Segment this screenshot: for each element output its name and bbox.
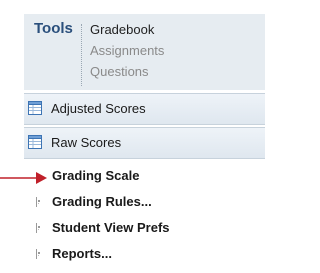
tools-title: Tools: [34, 20, 73, 37]
questions-link[interactable]: Questions: [90, 64, 149, 79]
grading-rules-item[interactable]: Grading Rules...: [27, 192, 257, 214]
table-icon: [28, 101, 42, 115]
grading-rules-label: Grading Rules...: [52, 194, 152, 209]
student-view-prefs-label: Student View Prefs: [52, 220, 170, 235]
table-icon: [28, 135, 42, 149]
pointer-arrow-icon: [0, 172, 47, 184]
assignments-link[interactable]: Assignments: [90, 43, 164, 58]
dotted-handle-icon: [36, 223, 40, 233]
grading-scale-label: Grading Scale: [52, 168, 140, 183]
tools-panel: Tools Gradebook Assignments Questions Ad…: [0, 0, 265, 273]
grading-scale-item[interactable]: Grading Scale: [27, 166, 257, 188]
gradebook-link[interactable]: Gradebook: [90, 22, 154, 37]
reports-item[interactable]: Reports...: [27, 244, 257, 266]
adjusted-scores-item[interactable]: Adjusted Scores: [24, 93, 265, 125]
reports-label: Reports...: [52, 246, 112, 261]
raw-scores-item[interactable]: Raw Scores: [24, 127, 265, 159]
dotted-handle-icon: [36, 249, 40, 259]
tools-divider: [81, 24, 82, 86]
student-view-prefs-item[interactable]: Student View Prefs: [27, 218, 257, 240]
adjusted-scores-label: Adjusted Scores: [51, 101, 146, 116]
dotted-handle-icon: [36, 197, 40, 207]
raw-scores-label: Raw Scores: [51, 135, 122, 150]
tools-header: Tools Gradebook Assignments Questions: [24, 14, 265, 90]
